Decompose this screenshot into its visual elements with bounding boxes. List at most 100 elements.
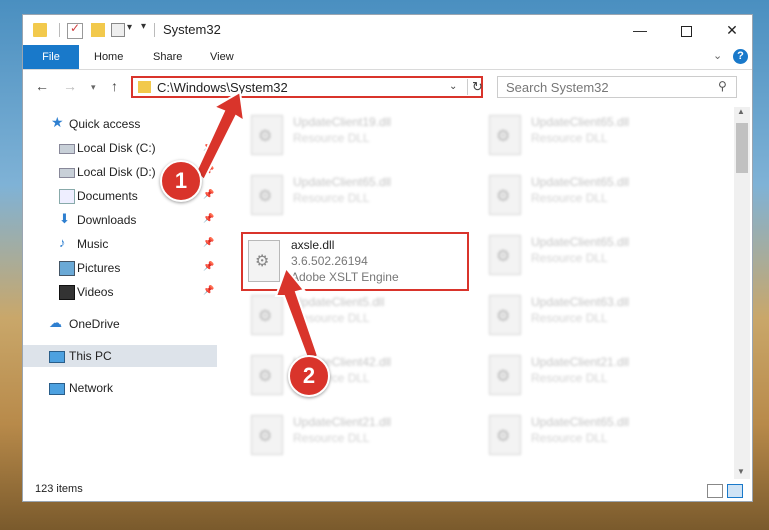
recent-locations-icon[interactable]: ▾ [91, 82, 96, 93]
back-arrow-icon[interactable]: ← [35, 78, 49, 94]
pin-icon: 📌 [203, 189, 215, 199]
file-name: UpdateClient65.dll [293, 175, 392, 189]
list-item[interactable]: UpdateClient42.dll Resource DLL [245, 349, 475, 405]
search-icon[interactable]: ⚲ [718, 79, 727, 93]
forward-arrow-icon[interactable]: → [63, 78, 77, 94]
sidebar-item-downloads[interactable]: ⬇ Downloads 📌 [23, 209, 217, 231]
sidebar-item-this-pc[interactable]: This PC [23, 345, 217, 367]
file-description: Resource DLL [531, 311, 608, 325]
sidebar-item-label: OneDrive [69, 317, 120, 331]
folder-icon [138, 81, 151, 93]
minimize-button[interactable]: — [617, 15, 663, 45]
customize-quick-access-icon[interactable]: ▾ [141, 21, 146, 32]
scroll-up-icon[interactable]: ▲ [737, 107, 745, 116]
status-bar: 123 items [23, 481, 752, 501]
sidebar-item-onedrive[interactable]: ☁ OneDrive [23, 313, 217, 335]
star-icon: ★ [51, 114, 64, 130]
file-description: Resource DLL [293, 191, 370, 205]
sidebar-item-label: Quick access [69, 117, 141, 131]
sidebar-item-label: Documents [77, 189, 138, 203]
up-arrow-icon[interactable]: ↑ [111, 78, 118, 94]
item-count: 123 items [35, 483, 83, 495]
list-item[interactable]: UpdateClient65.dll Resource DLL [483, 409, 713, 465]
pin-icon: 📌 [203, 237, 215, 247]
sidebar-item-local-disk-c[interactable]: Local Disk (C:) 📌 [23, 137, 217, 159]
file-explorer-window: ▾ ▾ System32 — ✕ File Home Share View ⌄ … [22, 14, 753, 502]
folder-icon[interactable] [33, 23, 47, 37]
file-name: UpdateClient65.dll [531, 235, 630, 249]
pin-icon: 📌 [203, 141, 215, 151]
sidebar-item-network[interactable]: Network [23, 377, 217, 399]
vertical-scrollbar[interactable]: ▲ ▼ [734, 107, 750, 479]
pin-icon: 📌 [203, 213, 215, 223]
sidebar-item-pictures[interactable]: Pictures 📌 [23, 257, 217, 279]
sidebar-item-quick-access[interactable]: ★ Quick access [23, 113, 217, 135]
file-description: Resource DLL [531, 191, 608, 205]
chevron-down-icon[interactable]: ⌄ [449, 81, 457, 92]
documents-icon [59, 189, 75, 204]
file-version: 3.6.502.26194 [291, 254, 368, 268]
search-placeholder: Search System32 [506, 80, 609, 95]
maximize-button[interactable] [663, 15, 709, 45]
sidebar-item-music[interactable]: ♪ Music 📌 [23, 233, 217, 255]
chevron-down-icon[interactable]: ▾ [127, 22, 132, 33]
expand-ribbon-icon[interactable]: ⌄ [713, 49, 722, 62]
tab-home[interactable]: Home [94, 45, 123, 69]
file-description: Resource DLL [293, 311, 370, 325]
scrollbar-thumb[interactable] [736, 123, 748, 173]
large-icons-view-icon[interactable] [727, 484, 743, 498]
list-item[interactable]: UpdateClient63.dll Resource DLL [483, 289, 713, 345]
tab-file[interactable]: File [23, 45, 79, 69]
details-view-icon[interactable] [707, 484, 723, 498]
dll-file-icon [489, 115, 521, 155]
sidebar-item-videos[interactable]: Videos 📌 [23, 281, 217, 303]
music-icon: ♪ [59, 235, 66, 250]
tab-view[interactable]: View [210, 45, 234, 69]
properties-check-icon[interactable] [67, 21, 83, 39]
help-icon[interactable]: ? [733, 49, 748, 64]
file-description: Resource DLL [531, 131, 608, 145]
refresh-icon[interactable]: ↻ [467, 79, 483, 95]
highlighted-file-axsle[interactable]: axsle.dll 3.6.502.26194 Adobe XSLT Engin… [241, 232, 469, 291]
list-item[interactable]: UpdateClient21.dll Resource DLL [245, 409, 475, 465]
ribbon-tabs: File Home Share View ⌄ ? [23, 45, 752, 70]
scroll-down-icon[interactable]: ▼ [737, 467, 745, 476]
tab-share[interactable]: Share [153, 45, 182, 69]
file-name: UpdateClient21.dll [293, 415, 392, 429]
dll-file-icon [251, 115, 283, 155]
file-name: axsle.dll [291, 238, 335, 252]
list-item[interactable]: UpdateClient65.dll Resource DLL [483, 109, 713, 165]
file-description: Resource DLL [293, 131, 370, 145]
dll-file-icon [489, 355, 521, 395]
list-item[interactable]: UpdateClient65.dll Resource DLL [245, 169, 475, 225]
maximize-icon [680, 25, 692, 37]
step-1-badge: 1 [160, 160, 202, 202]
properties-icon[interactable] [111, 23, 125, 37]
list-item[interactable]: UpdateClient19.dll Resource DLL [245, 109, 475, 165]
file-description: Resource DLL [531, 431, 608, 445]
pin-icon: 📌 [203, 165, 215, 175]
file-list: UpdateClient19.dll Resource DLL UpdateCl… [233, 107, 733, 477]
sidebar-item-label: Music [77, 237, 109, 251]
file-name: UpdateClient65.dll [531, 115, 630, 129]
file-name: UpdateClient65.dll [531, 175, 630, 189]
list-item[interactable]: UpdateClient5.dll Resource DLL [245, 289, 475, 345]
step-2-badge: 2 [288, 355, 330, 397]
address-path[interactable]: C:\Windows\System32 [157, 80, 288, 95]
close-button[interactable]: ✕ [709, 15, 755, 45]
list-item[interactable]: UpdateClient21.dll Resource DLL [483, 349, 713, 405]
network-icon [49, 383, 65, 395]
sidebar-item-label: Local Disk (D:) [77, 165, 156, 179]
sidebar-item-label: Videos [77, 285, 114, 299]
list-item[interactable]: UpdateClient65.dll Resource DLL [483, 169, 713, 225]
file-name: UpdateClient5.dll [293, 295, 385, 309]
address-bar[interactable]: C:\Windows\System32 ⌄ ↻ [131, 76, 483, 98]
search-input[interactable]: Search System32 ⚲ [497, 76, 737, 98]
dll-file-icon [251, 175, 283, 215]
pin-icon: 📌 [203, 285, 215, 295]
list-item[interactable]: UpdateClient65.dll Resource DLL [483, 229, 713, 285]
file-description: Resource DLL [531, 371, 608, 385]
new-folder-icon[interactable] [91, 23, 105, 37]
videos-icon [59, 285, 75, 300]
navigation-bar: ← → ▾ ↑ C:\Windows\System32 ⌄ ↻ Search S… [23, 70, 752, 104]
